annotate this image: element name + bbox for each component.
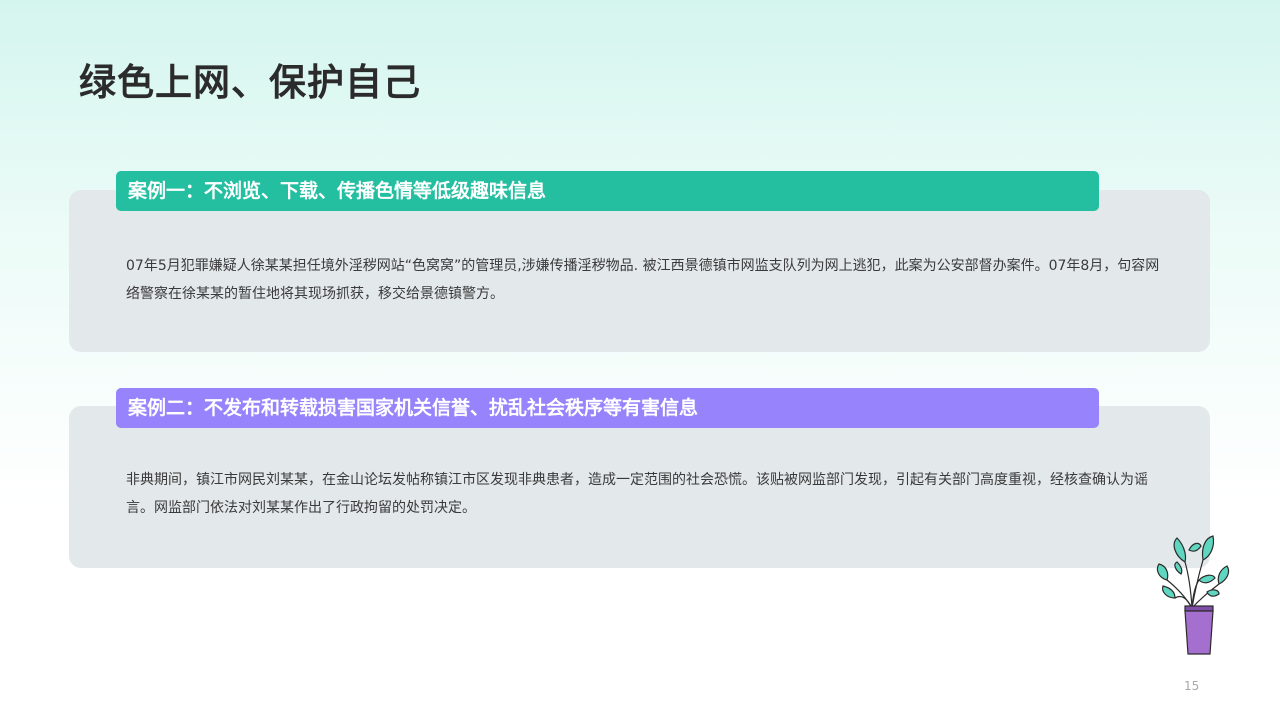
case-2-header: 案例二：不发布和转载损害国家机关信誉、扰乱社会秩序等有害信息 (116, 388, 1099, 428)
case-1-body: 07年5月犯罪嫌疑人徐某某担任境外淫秽网站“色窝窝”的管理员,涉嫌传播淫秽物品.… (126, 258, 1160, 302)
case-2-body: 非典期间，镇江市网民刘某某，在金山论坛发帖称镇江市区发现非典患者，造成一定范围的… (126, 472, 1148, 516)
case-1-header: 案例一：不浏览、下载、传播色情等低级趣味信息 (116, 171, 1099, 211)
page-number: 15 (1184, 679, 1200, 693)
slide-title: 绿色上网、保护自己 (79, 61, 421, 104)
potted-plant-icon (1156, 535, 1230, 655)
